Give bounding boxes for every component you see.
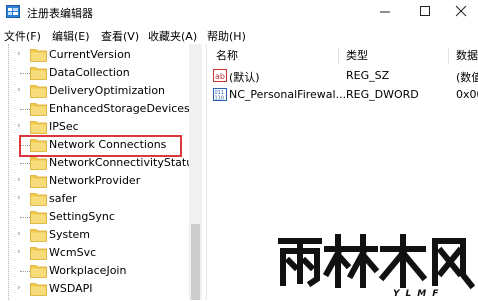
tree-item-label: DeliveryOptimization [49,84,166,97]
svg-text:110: 110 [215,96,225,102]
header-divider[interactable] [338,48,339,64]
chevron-right-icon[interactable]: › [17,122,25,131]
tree-item-label: WcmSvc [49,246,97,259]
scrollbar-thumb[interactable] [191,224,200,300]
folder-icon [30,247,47,260]
chevron-right-icon[interactable]: › [17,50,25,59]
tree-item[interactable]: › WSDAPI [0,280,190,298]
column-header-data[interactable]: 数据 [456,47,478,63]
chevron-right-icon[interactable]: › [17,194,25,203]
tree-connector [20,271,30,272]
folder-icon [30,103,47,116]
tree-item-label: WSDAPI [49,282,93,295]
tree-item-label: CurrentVersion [49,48,131,61]
chevron-right-icon[interactable]: › [17,230,25,239]
close-icon [455,5,467,17]
tree-item-label: NetworkConnectivityStatus [49,156,199,169]
folder-icon [30,49,47,62]
registry-tree: › CurrentVersion DataCollection › DeliveryOp… [0,44,202,300]
svg-text:ab: ab [215,72,225,81]
tree-item-label: safer [49,192,77,205]
regedit-icon [6,5,20,18]
chevron-right-icon[interactable]: › [17,86,25,95]
folder-icon [30,157,47,170]
tree-item[interactable]: › System [0,226,190,244]
tree-scrollbar[interactable] [189,44,202,300]
folder-icon [30,121,47,134]
tree-item[interactable]: EnhancedStorageDevices [0,100,190,118]
value-type: REG_DWORD [346,88,419,101]
folder-icon [30,265,47,278]
maximize-button[interactable] [408,0,442,24]
tree-item-label: WorkplaceJoin [49,264,127,277]
pane-splitter[interactable] [206,44,207,300]
chevron-right-icon[interactable]: › [17,176,25,185]
chevron-right-icon[interactable]: › [17,248,25,257]
tree-connector [20,163,30,164]
tree-item[interactable]: WorkplaceJoin [0,262,190,280]
title-bar: 注册表编辑器 [0,0,478,24]
menu-help[interactable]: 帮助(H) [207,28,246,44]
menu-bar: 文件(F) 编辑(E) 查看(V) 收藏夹(A) 帮助(H) [0,26,478,44]
minimize-icon [380,11,390,13]
folder-icon [30,229,47,242]
binary-value-icon: 011 110 [213,88,227,101]
tree-item[interactable]: › WcmSvc [0,244,190,262]
tree-item[interactable]: › safer [0,190,190,208]
tree-item-label: IPSec [49,120,79,133]
tree-item-label: System [49,228,91,241]
tree-connector [20,109,30,110]
minimize-button[interactable] [368,0,402,24]
tree-item[interactable]: › CurrentVersion [0,46,190,64]
value-name: NC_PersonalFirewal... [229,88,347,101]
value-data: 0x00 [456,88,478,101]
string-value-icon: ab [213,69,227,82]
close-button[interactable] [444,0,478,24]
tree-item[interactable]: › NetworkProvider [0,172,190,190]
tree-item-label: NetworkProvider [49,174,141,187]
folder-icon [30,283,47,296]
selection-highlight-box [19,135,182,157]
chevron-right-icon[interactable]: › [17,284,25,293]
value-row[interactable]: 011 110 NC_PersonalFirewal... REG_DWORD … [210,86,478,104]
value-data: (数值 [456,71,478,84]
watermark-subtext: YLMF [393,289,444,298]
value-name: (默认) [229,71,260,84]
folder-icon [30,67,47,80]
value-type: REG_SZ [346,69,390,82]
folder-icon [30,175,47,188]
column-header-type[interactable]: 类型 [346,47,368,63]
menu-file[interactable]: 文件(F) [4,28,41,44]
menu-view[interactable]: 查看(V) [101,28,139,44]
maximize-icon [420,6,430,16]
watermark-logo-art: YLMF [278,234,476,299]
tree-item-label: SettingSync [49,210,115,223]
tree-connector [20,217,30,218]
header-divider[interactable] [448,48,449,64]
folder-icon [30,193,47,206]
tree-item[interactable]: DataCollection [0,64,190,82]
window-title: 注册表编辑器 [27,7,93,20]
tree-item[interactable]: › DeliveryOptimization [0,82,190,100]
value-row[interactable]: ab (默认) REG_SZ (数值 [210,67,478,85]
column-header-name[interactable]: 名称 [216,47,238,63]
folder-icon [30,85,47,98]
tree-item-label: DataCollection [49,66,130,79]
tree-item[interactable]: SettingSync [0,208,190,226]
tree-item-label: EnhancedStorageDevices [49,102,190,115]
menu-favorites[interactable]: 收藏夹(A) [148,28,197,44]
watermark-logo: YLMF [275,233,476,299]
menu-edit[interactable]: 编辑(E) [52,28,90,44]
tree-item[interactable]: › IPSec [0,118,190,136]
tree-connector [20,73,30,74]
folder-icon [30,211,47,224]
